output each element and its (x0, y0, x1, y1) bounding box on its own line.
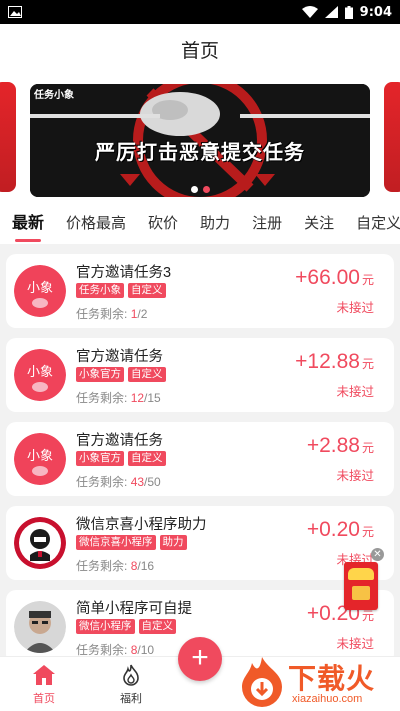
banner-label: 任务小象 (34, 90, 74, 101)
floating-red-envelope-ad[interactable]: ✕ (342, 548, 384, 612)
task-list: 小象 官方邀请任务3 任务小象 自定义 任务剩余: 1/2 +66.00 元 未接… (0, 244, 400, 664)
tab-custom[interactable]: 自定义 (356, 204, 400, 244)
task-status: 未接过 (336, 637, 374, 651)
task-status: 未接过 (336, 385, 374, 399)
task-tag: 小象官方 (76, 367, 124, 382)
task-tag: 小象官方 (76, 451, 124, 466)
svg-text:小象: 小象 (27, 281, 53, 296)
watermark-logo: 下载火 xiazaihuo.com (236, 653, 396, 709)
task-title: 官方邀请任务 (76, 349, 163, 365)
tab-latest[interactable]: 最新 (12, 204, 44, 244)
task-remaining: 任务剩余: 8/16 (76, 559, 155, 573)
task-title: 简单小程序可自提 (76, 601, 192, 617)
status-bar: 9:04 (0, 0, 400, 24)
task-reward: +2.88 元 (306, 434, 374, 457)
xiaoxiang-logo-icon: 小象 (14, 265, 66, 317)
task-title: 官方邀请任务3 (76, 265, 172, 281)
task-remaining: 任务剩余: 43/50 (76, 475, 161, 489)
carousel-dot-active (202, 186, 210, 193)
task-card[interactable]: 小象 官方邀请任务3 任务小象 自定义 任务剩余: 1/2 +66.00 元 未接… (6, 254, 394, 328)
task-tags: 任务小象 自定义 (76, 283, 166, 298)
task-tags: 小象官方 自定义 (76, 367, 166, 382)
kfc-logo-icon (14, 517, 66, 569)
svg-text:小象: 小象 (27, 449, 53, 464)
flame-icon (123, 664, 139, 686)
add-task-button[interactable]: + (178, 637, 222, 681)
task-reward: +12.88 元 (295, 350, 374, 373)
task-remaining: 任务剩余: 1/2 (76, 307, 148, 321)
tab-highest-price[interactable]: 价格最高 (66, 204, 126, 244)
task-tags: 微信小程序 自定义 (76, 619, 176, 634)
person-photo-icon (14, 601, 66, 653)
task-tag: 微信小程序 (76, 619, 135, 634)
banner-next-slide[interactable] (384, 82, 400, 192)
task-tag: 自定义 (128, 451, 166, 466)
task-tag: 自定义 (138, 619, 176, 634)
task-tags: 小象官方 自定义 (76, 451, 166, 466)
tab-follow[interactable]: 关注 (304, 204, 334, 244)
nav-welfare-label: 福利 (120, 693, 142, 705)
task-card[interactable]: 微信京喜小程序助力 微信京喜小程序 助力 任务剩余: 8/16 +0.20 元 未… (6, 506, 394, 580)
tab-bargain[interactable]: 砍价 (148, 204, 178, 244)
xiaoxiang-logo-icon: 小象 (14, 433, 66, 485)
task-reward: +66.00 元 (295, 266, 374, 289)
red-envelope-icon[interactable] (344, 562, 378, 610)
wifi-icon (301, 6, 318, 18)
task-tag: 微信京喜小程序 (76, 535, 156, 550)
nav-home[interactable]: 首页 (14, 663, 74, 706)
banner-slide[interactable]: 任务小象 严厉打击恶意提交任务 (30, 84, 370, 197)
close-icon[interactable]: ✕ (371, 548, 384, 561)
xiaoxiang-logo-icon: 小象 (14, 349, 66, 401)
image-notification-icon (8, 6, 22, 18)
task-tags: 微信京喜小程序 助力 (76, 535, 187, 550)
task-status: 未接过 (336, 301, 374, 315)
home-icon (33, 665, 55, 685)
task-tag: 助力 (159, 535, 187, 550)
task-card[interactable]: 小象 官方邀请任务 小象官方 自定义 任务剩余: 12/15 +12.88 元 未… (6, 338, 394, 412)
task-reward: +0.20 元 (306, 518, 374, 541)
banner-prev-slide[interactable] (0, 82, 16, 192)
carousel-dot (190, 186, 198, 193)
signal-icon (324, 6, 338, 18)
watermark-flame-icon (242, 657, 282, 707)
watermark-text: 下载火 (288, 663, 376, 694)
task-card[interactable]: 小象 官方邀请任务 小象官方 自定义 任务剩余: 43/50 +2.88 元 未接… (6, 422, 394, 496)
tab-register[interactable]: 注册 (252, 204, 282, 244)
banner-headline: 严厉打击恶意提交任务 (95, 142, 305, 164)
task-tag: 自定义 (128, 367, 166, 382)
task-tag: 任务小象 (76, 283, 124, 298)
nav-home-label: 首页 (33, 693, 55, 705)
category-tabs: 最新 价格最高 砍价 助力 注册 关注 自定义 (0, 204, 400, 244)
task-tag: 自定义 (128, 283, 166, 298)
task-title: 微信京喜小程序助力 (76, 517, 207, 533)
banner-carousel[interactable]: 任务小象 严厉打击恶意提交任务 (0, 74, 400, 204)
task-remaining: 任务剩余: 12/15 (76, 391, 161, 405)
page-title: 首页 (0, 24, 400, 74)
svg-text:小象: 小象 (27, 365, 53, 380)
task-title: 官方邀请任务 (76, 433, 163, 449)
task-status: 未接过 (336, 469, 374, 483)
tab-assist[interactable]: 助力 (200, 204, 230, 244)
nav-welfare[interactable]: 福利 (101, 663, 161, 706)
carousel-indicator (30, 186, 370, 193)
status-time: 9:04 (359, 4, 392, 20)
watermark-url: xiazaihuo.com (292, 693, 363, 705)
battery-icon (344, 5, 353, 19)
